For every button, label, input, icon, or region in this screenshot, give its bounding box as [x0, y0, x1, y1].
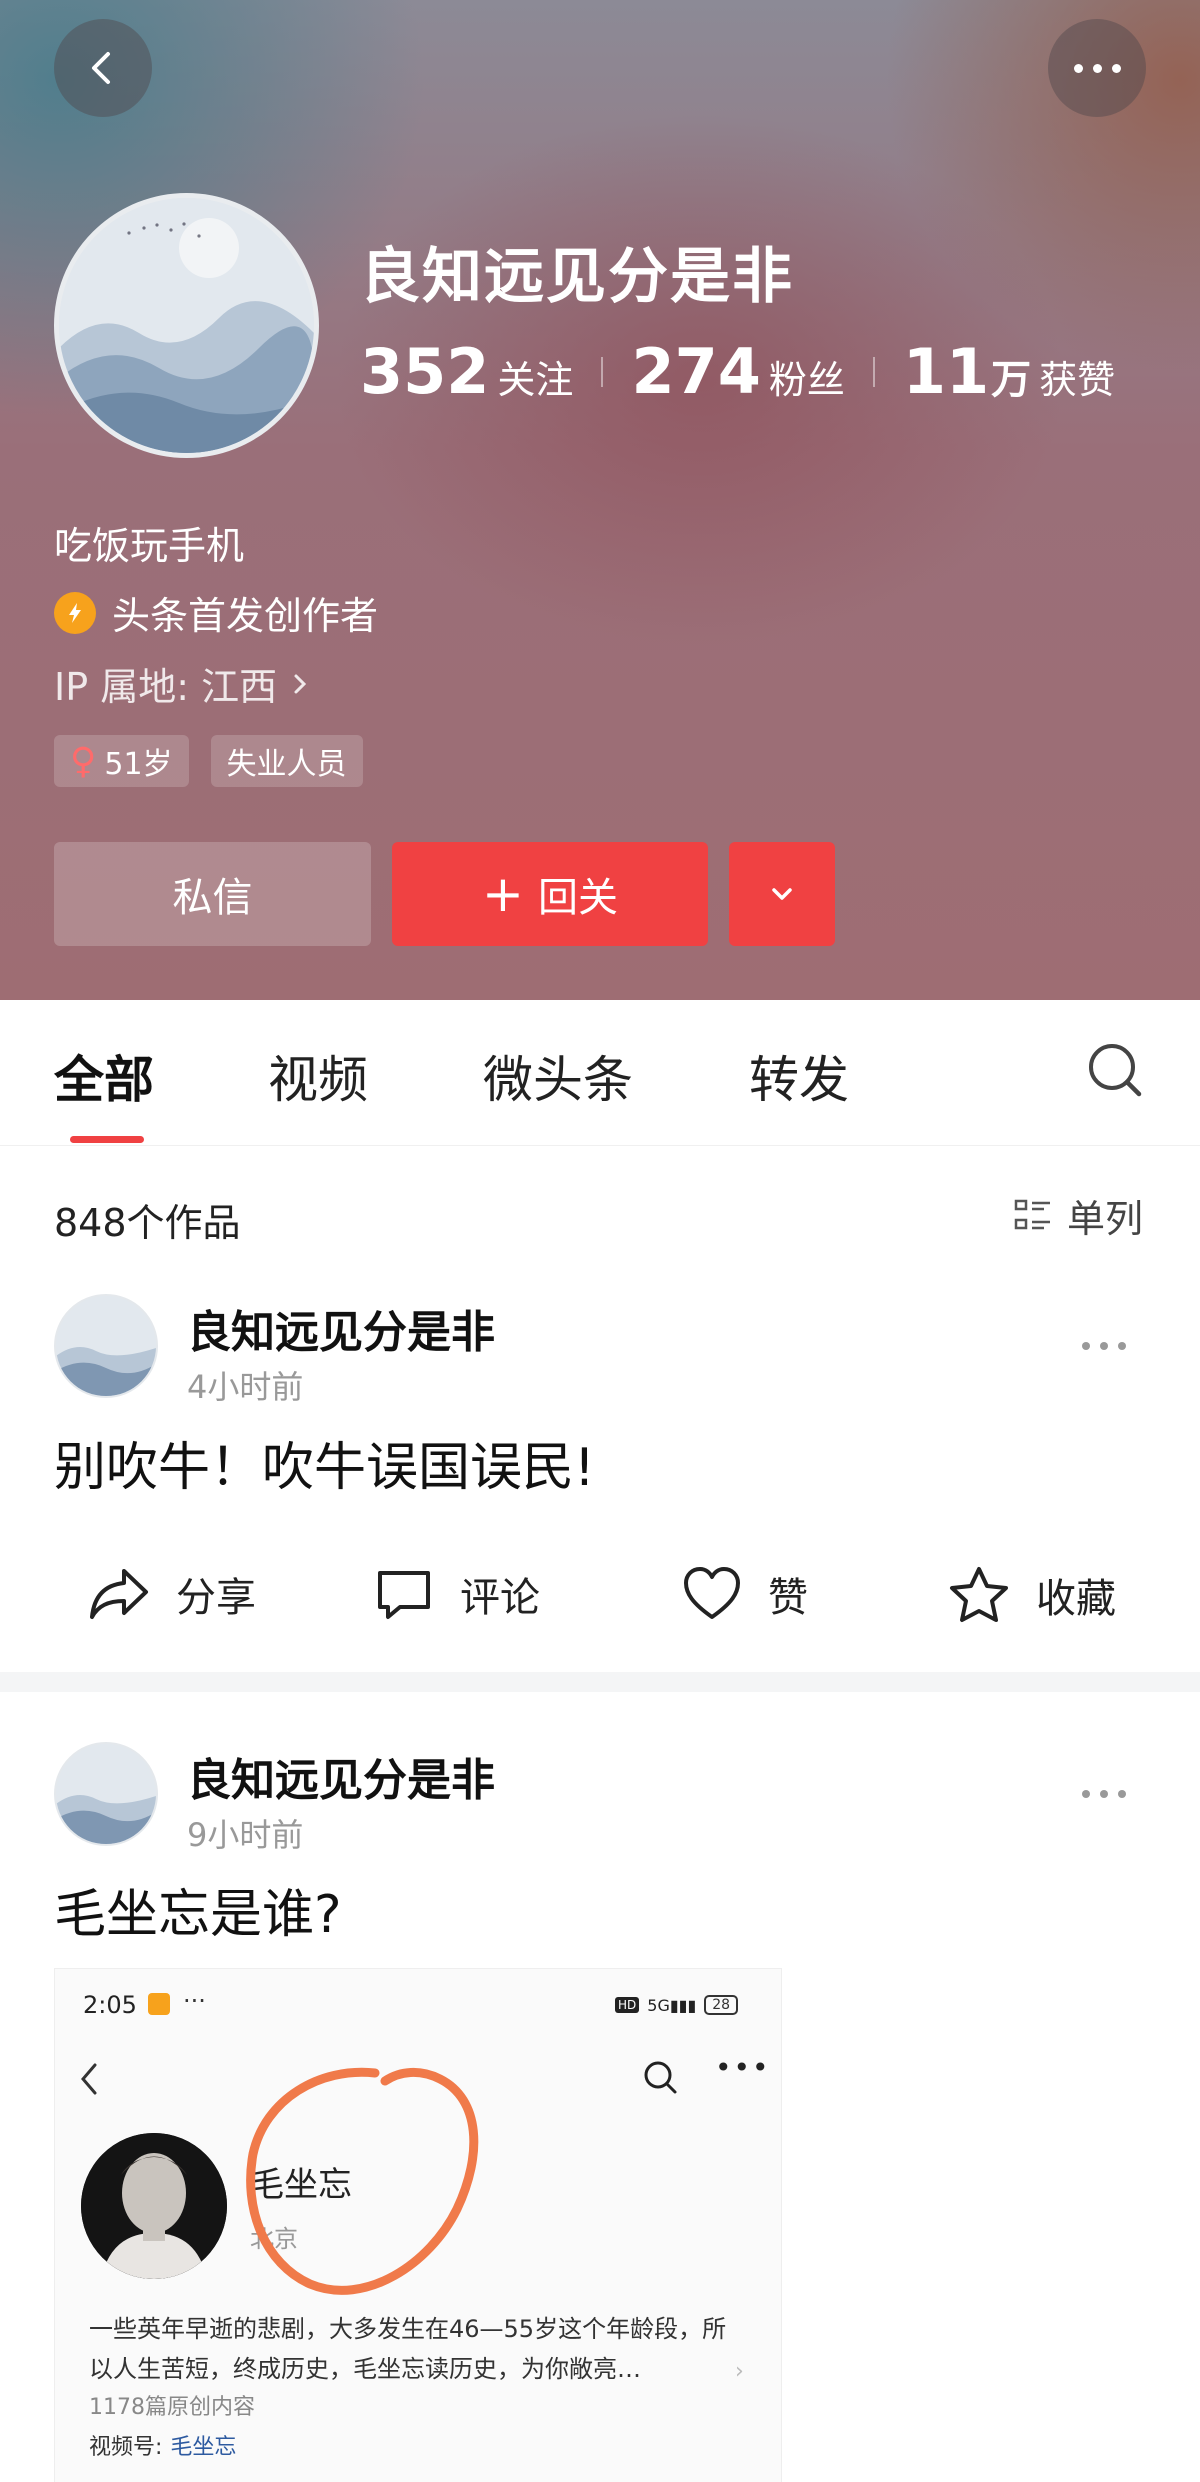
embed-description: 一些英年早逝的悲剧，大多发生在46—55岁这个年龄段，所以人生苦短，终成历史，毛… [89, 2315, 727, 2383]
creator-badge[interactable]: 头条首发创作者 [54, 585, 378, 640]
post-time: 9小时前 [187, 1816, 304, 1854]
layout-toggle-label: 单列 [1067, 1197, 1144, 1241]
signal-icon: 5G▮▮▮ [647, 1995, 697, 2015]
message-button-label: 私信 [172, 875, 253, 921]
chevron-down-icon [772, 888, 792, 900]
followers-count: 274 [631, 335, 761, 408]
post-time: 4小时前 [187, 1368, 304, 1406]
embed-content-count: 1178篇原创内容 [89, 2395, 255, 2420]
post-avatar[interactable] [54, 1742, 158, 1846]
chevron-left-icon [81, 2063, 97, 2095]
ip-location[interactable]: IP 属地: 江西 [54, 656, 315, 711]
like-label: 赞 [768, 1575, 808, 1621]
following-count: 352 [360, 335, 490, 408]
landscape-avatar-image [56, 1744, 156, 1844]
ip-location-label: IP 属地: 江西 [54, 665, 278, 709]
comment-icon [378, 1571, 430, 1619]
post-image[interactable]: 2:05 ··· HD 5G▮▮▮ 28 ••• 毛坐忘 北京 一些英年早逝的悲… [54, 1968, 782, 2482]
hd-icon: HD [615, 1997, 640, 2013]
stat-likes[interactable]: 11万 获赞 [903, 335, 1115, 408]
post-text[interactable]: 别吹牛！吹牛误国误民! [54, 1425, 595, 1500]
likes-count: 11 [902, 335, 990, 408]
post-author[interactable]: 良知远见分是非 [187, 1744, 495, 1808]
comment-label: 评论 [460, 1575, 540, 1621]
more-icon: ••• [715, 2051, 771, 2084]
embed-status-icons: HD 5G▮▮▮ 28 [615, 1995, 739, 2015]
age-label: 51岁 [104, 747, 173, 782]
share-icon [90, 1569, 148, 1619]
search-icon [644, 2061, 677, 2094]
post-avatar[interactable] [54, 1294, 158, 1398]
comment-button[interactable]: 评论 [374, 1565, 540, 1623]
followers-label: 粉丝 [768, 358, 845, 402]
content-tabs: 全部 视频 微头条 转发 [0, 1000, 1200, 1146]
female-icon: ♀ [70, 740, 97, 782]
occupation-tag: 失业人员 [210, 735, 363, 787]
heart-icon [684, 1567, 740, 1619]
message-button[interactable]: 私信 [54, 842, 371, 946]
profile-stats: 352 关注 274 粉丝 11万 获赞 [360, 335, 1115, 408]
profile-avatar[interactable] [54, 193, 319, 458]
tab-reposts[interactable]: 转发 [749, 1040, 849, 1112]
tab-all[interactable]: 全部 [54, 1040, 154, 1112]
tab-micro-posts[interactable]: 微头条 [483, 1040, 633, 1112]
post-text[interactable]: 毛坐忘是谁? [54, 1872, 342, 1947]
video-account-label: 视频号: [89, 2435, 163, 2460]
share-button[interactable]: 分享 [88, 1565, 256, 1623]
search-button[interactable] [1085, 1040, 1145, 1104]
embed-status-time: 2:05 [83, 1991, 137, 2019]
stat-divider [601, 356, 604, 387]
recommend-dropdown-button[interactable] [729, 842, 835, 946]
layout-toggle-button[interactable]: 单列 [1013, 1188, 1143, 1243]
profile-name: 良知远见分是非 [360, 242, 794, 312]
embed-avatar [81, 2133, 227, 2279]
occupation-label: 失业人员 [226, 747, 347, 782]
post-author[interactable]: 良知远见分是非 [187, 1296, 495, 1360]
back-button[interactable] [54, 19, 152, 117]
chevron-right-icon [294, 674, 307, 693]
battery-icon: 28 [704, 1995, 739, 2015]
post-actions: 分享 评论 赞 收藏 [0, 1545, 1200, 1645]
more-options-button[interactable] [1048, 19, 1146, 117]
age-tag: ♀ 51岁 [54, 735, 189, 787]
chevron-right-icon: › [735, 2359, 744, 2384]
stat-following[interactable]: 352 关注 [360, 335, 573, 408]
post-more-button[interactable] [1082, 1342, 1126, 1350]
post-more-button[interactable] [1082, 1790, 1126, 1798]
active-tab-indicator [70, 1136, 144, 1143]
likes-label: 获赞 [1039, 358, 1116, 402]
post-divider [0, 1672, 1200, 1692]
like-button[interactable]: 赞 [682, 1565, 808, 1623]
lightning-icon [54, 591, 96, 634]
favorite-button[interactable]: 收藏 [948, 1565, 1116, 1625]
follow-back-label: 回关 [537, 875, 618, 921]
profile-tags: ♀ 51岁 失业人员 [54, 735, 363, 787]
embed-video-account: 视频号: 毛坐忘 [89, 2429, 236, 2461]
list-layout-icon [1014, 1199, 1050, 1229]
video-account-name: 毛坐忘 [170, 2435, 237, 2460]
plus-icon: + [482, 865, 524, 923]
more-icon [1073, 63, 1121, 73]
portrait-image [81, 2133, 227, 2279]
star-icon [950, 1567, 1008, 1622]
works-count: 848个作品 [54, 1201, 241, 1245]
likes-unit: 万 [991, 357, 1032, 403]
annotation-circle [246, 2067, 479, 2295]
chevron-left-icon [92, 52, 110, 84]
tab-video[interactable]: 视频 [268, 1040, 368, 1112]
landscape-avatar-image [56, 1296, 156, 1396]
more-status-icon: ··· [183, 1987, 206, 2015]
stat-divider [872, 356, 875, 387]
following-label: 关注 [497, 358, 574, 402]
favorite-label: 收藏 [1036, 1576, 1116, 1622]
app-notification-icon [148, 1993, 170, 2015]
search-icon [1089, 1044, 1142, 1097]
landscape-avatar-image [59, 198, 314, 453]
follow-back-button[interactable]: + 回关 [392, 842, 708, 946]
creator-badge-label: 头条首发创作者 [112, 594, 379, 638]
share-label: 分享 [176, 1575, 256, 1621]
profile-bio: 吃饭玩手机 [54, 524, 245, 568]
profile-header: 良知远见分是非 352 关注 274 粉丝 11万 获赞 吃饭玩手机 头条首发创作者 … [0, 0, 1200, 1000]
stat-followers[interactable]: 274 粉丝 [631, 335, 844, 408]
